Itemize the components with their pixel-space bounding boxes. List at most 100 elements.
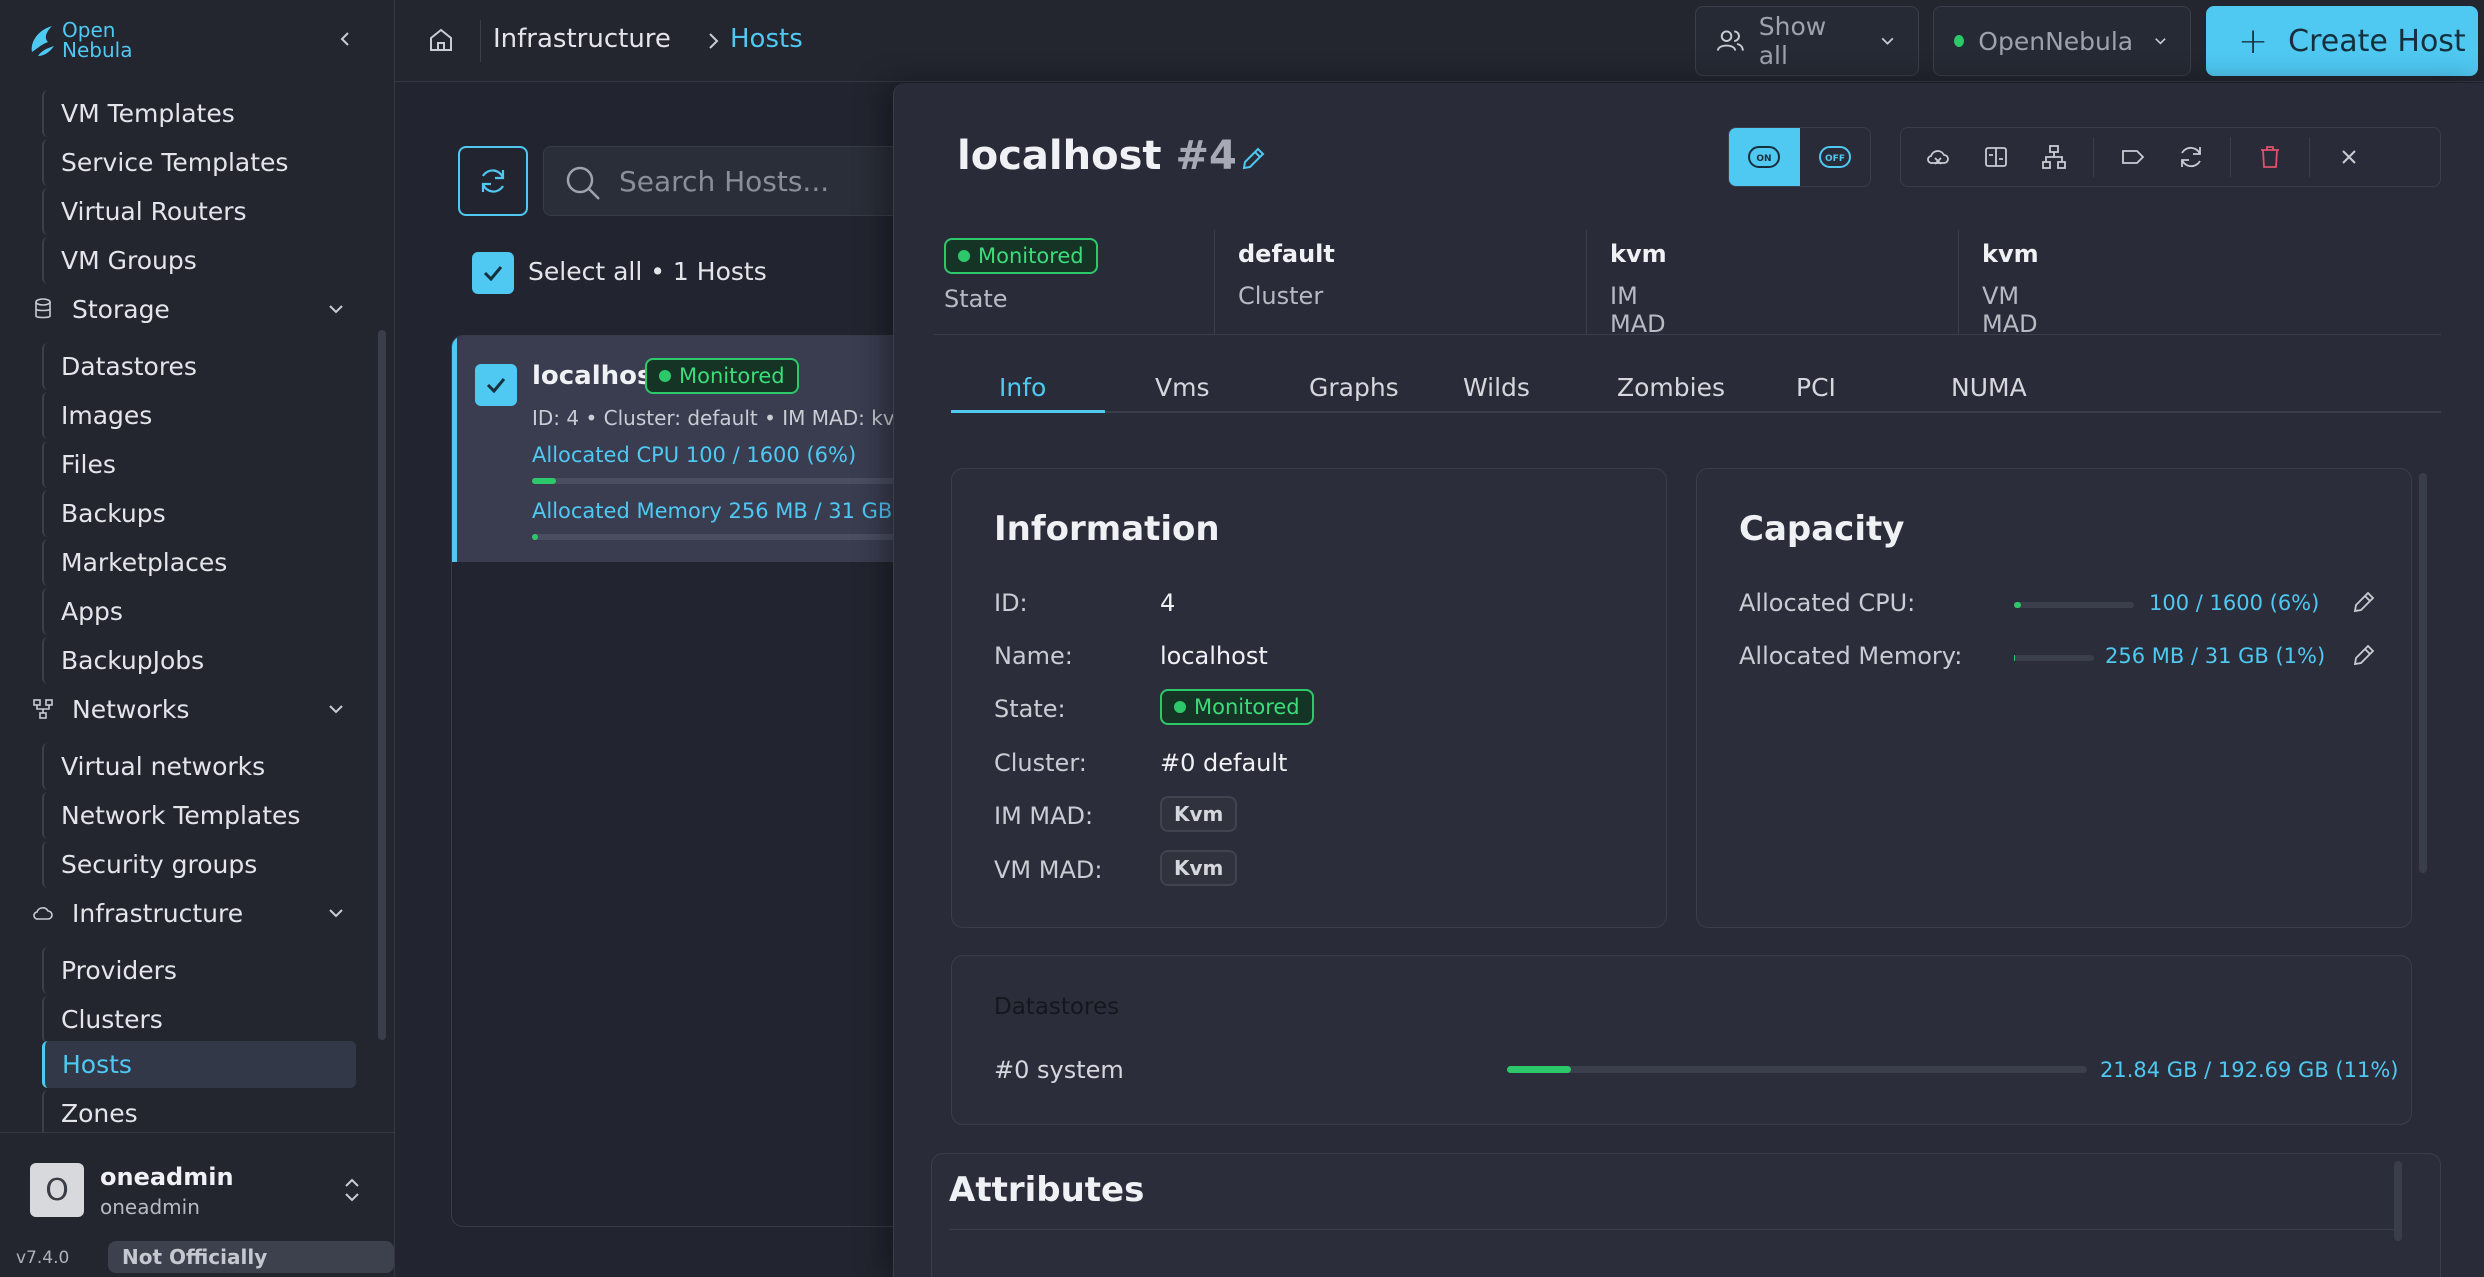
sidebar-group-storage[interactable]: Storage <box>28 285 348 333</box>
refresh-icon <box>481 169 505 193</box>
sidebar-item-virtual-networks[interactable]: Virtual networks <box>42 743 356 790</box>
datastore-name: #0 system <box>994 1056 1124 1084</box>
sidebar-item-hosts[interactable]: Hosts <box>42 1041 356 1088</box>
hierarchy-icon <box>2042 145 2066 169</box>
sidebar-item-service-templates[interactable]: Service Templates <box>42 139 356 186</box>
info-key: ID: <box>994 589 1028 617</box>
power-on-button[interactable]: ON <box>1729 128 1800 186</box>
sidebar-group-infrastructure[interactable]: Infrastructure <box>28 889 348 937</box>
sidebar-item-vm-templates[interactable]: VM Templates <box>42 90 356 137</box>
user-menu[interactable]: O oneadmin oneadmin <box>0 1132 395 1242</box>
cloud-sync-button[interactable] <box>1909 128 1967 186</box>
support-badge: Not Officially Supported <box>108 1241 394 1273</box>
summary-state-label: State <box>944 285 1008 313</box>
datastore-usage-fill <box>1507 1066 1571 1073</box>
label-button[interactable] <box>2104 128 2162 186</box>
select-all-label: Select all • 1 Hosts <box>528 257 767 286</box>
status-badge-label: Monitored <box>978 244 1084 268</box>
sidebar-item-clusters[interactable]: Clusters <box>42 996 356 1043</box>
sidebar-item-virtual-routers[interactable]: Virtual Routers <box>42 188 356 235</box>
power-on-icon: ON <box>1748 146 1781 168</box>
search-input[interactable] <box>619 147 919 215</box>
tab-wilds[interactable]: Wilds <box>1463 373 1530 413</box>
summary-cluster-value: default <box>1238 240 1335 268</box>
zone-label: OpenNebula <box>1978 26 2134 56</box>
host-title-name: localhost <box>957 133 1162 179</box>
sidebar-item-security-groups[interactable]: Security groups <box>42 841 356 888</box>
capacity-memory-fill <box>2014 655 2016 661</box>
capacity-memory-label: Allocated Memory: <box>1739 642 1963 670</box>
info-key: VM MAD: <box>994 856 1103 884</box>
avatar: O <box>30 1163 84 1217</box>
info-row-name: Name: localhost <box>994 642 1634 682</box>
refresh-host-button[interactable] <box>2162 128 2220 186</box>
info-row-state: State: Monitored <box>994 689 1634 735</box>
power-off-button[interactable]: OFF <box>1800 128 1871 186</box>
create-host-button[interactable]: + Create Host <box>2206 6 2478 76</box>
nebula-logo-icon <box>28 22 56 58</box>
status-dot <box>958 250 970 262</box>
delete-host-button[interactable] <box>2241 128 2299 186</box>
sidebar-item-network-templates[interactable]: Network Templates <box>42 792 356 839</box>
information-card: Information ID: 4 Name: localhost State:… <box>951 468 1667 928</box>
info-row-cluster: Cluster: #0 default <box>994 749 1634 789</box>
close-panel-button[interactable] <box>2320 128 2378 186</box>
search-icon <box>566 166 600 200</box>
select-all-checkbox[interactable] <box>472 252 514 294</box>
attributes-title: Attributes <box>949 1170 1145 1210</box>
active-tab-indicator <box>951 410 1105 413</box>
zone-dropdown[interactable]: OpenNebula <box>1933 6 2191 76</box>
tab-numa[interactable]: NUMA <box>1951 373 2027 413</box>
sidebar-group-label: Storage <box>72 294 170 324</box>
edit-pencil-icon[interactable] <box>2351 642 2377 668</box>
tab-info[interactable]: Info <box>999 373 1046 413</box>
sidebar-scrollbar[interactable] <box>378 330 386 1040</box>
network-icon <box>28 694 58 724</box>
sidebar-item-providers[interactable]: Providers <box>42 947 356 994</box>
tab-graphs[interactable]: Graphs <box>1309 373 1399 413</box>
sidebar-item-files[interactable]: Files <box>42 441 356 488</box>
sidebar-item-zones[interactable]: Zones <box>42 1090 356 1132</box>
sidebar-item-vm-groups[interactable]: VM Groups <box>42 237 356 284</box>
tab-vms[interactable]: Vms <box>1155 373 1209 413</box>
collapse-sidebar-button[interactable] <box>330 24 360 54</box>
detail-tabs: Info Vms Graphs Wilds Zombies PCI NUMA <box>951 373 2441 413</box>
sidebar-item-images[interactable]: Images <box>42 392 356 439</box>
attributes-divider <box>949 1229 2394 1230</box>
chevron-up-down-icon[interactable] <box>340 1175 364 1205</box>
refresh-button[interactable] <box>458 146 528 216</box>
migrate-button[interactable] <box>1967 128 2025 186</box>
show-all-dropdown[interactable]: Show all <box>1695 6 1919 76</box>
edit-pencil-icon[interactable] <box>2351 589 2377 615</box>
sidebar-item-backupjobs[interactable]: BackupJobs <box>42 637 356 684</box>
rename-pencil-icon[interactable] <box>1239 145 1267 173</box>
capacity-cpu-fill <box>2014 602 2022 608</box>
host-cpu-label: Allocated CPU 100 / 1600 (6%) <box>532 443 857 467</box>
summary-divider <box>1214 230 1215 335</box>
trash-icon <box>2261 146 2279 168</box>
host-cpu-bar <box>532 478 930 484</box>
opennebula-logo[interactable]: Open Nebula <box>28 20 132 60</box>
sidebar-item-backups[interactable]: Backups <box>42 490 356 537</box>
sidebar-item-datastores[interactable]: Datastores <box>42 343 356 390</box>
sidebar-group-networks[interactable]: Networks <box>28 685 348 733</box>
tab-pci[interactable]: PCI <box>1796 373 1836 413</box>
home-icon[interactable] <box>423 22 459 58</box>
change-cluster-button[interactable] <box>2025 128 2083 186</box>
sidebar-item-apps[interactable]: Apps <box>42 588 356 635</box>
host-checkbox[interactable] <box>475 364 517 406</box>
sidebar-nav: VM Templates Service Templates Virtual R… <box>0 82 395 1132</box>
detail-scrollbar[interactable] <box>2419 473 2427 873</box>
tab-zombies[interactable]: Zombies <box>1617 373 1725 413</box>
breadcrumb-infrastructure[interactable]: Infrastructure <box>493 24 671 54</box>
status-badge-label: Monitored <box>679 364 785 388</box>
summary-im-mad-label: IM MAD <box>1610 282 1666 338</box>
breadcrumb-hosts[interactable]: Hosts <box>730 24 803 54</box>
create-host-label: Create Host <box>2288 23 2466 59</box>
sidebar-item-marketplaces[interactable]: Marketplaces <box>42 539 356 586</box>
list-item[interactable]: localhost Monitored ID: 4 • Cluster: def… <box>452 336 930 562</box>
capacity-card: Capacity Allocated CPU: 100 / 1600 (6%) … <box>1696 468 2412 928</box>
show-all-label: Show all <box>1758 12 1827 70</box>
capacity-row-memory: Allocated Memory: 256 MB / 31 GB (1%) <box>1739 642 2399 682</box>
attributes-scrollbar[interactable] <box>2394 1161 2402 1241</box>
